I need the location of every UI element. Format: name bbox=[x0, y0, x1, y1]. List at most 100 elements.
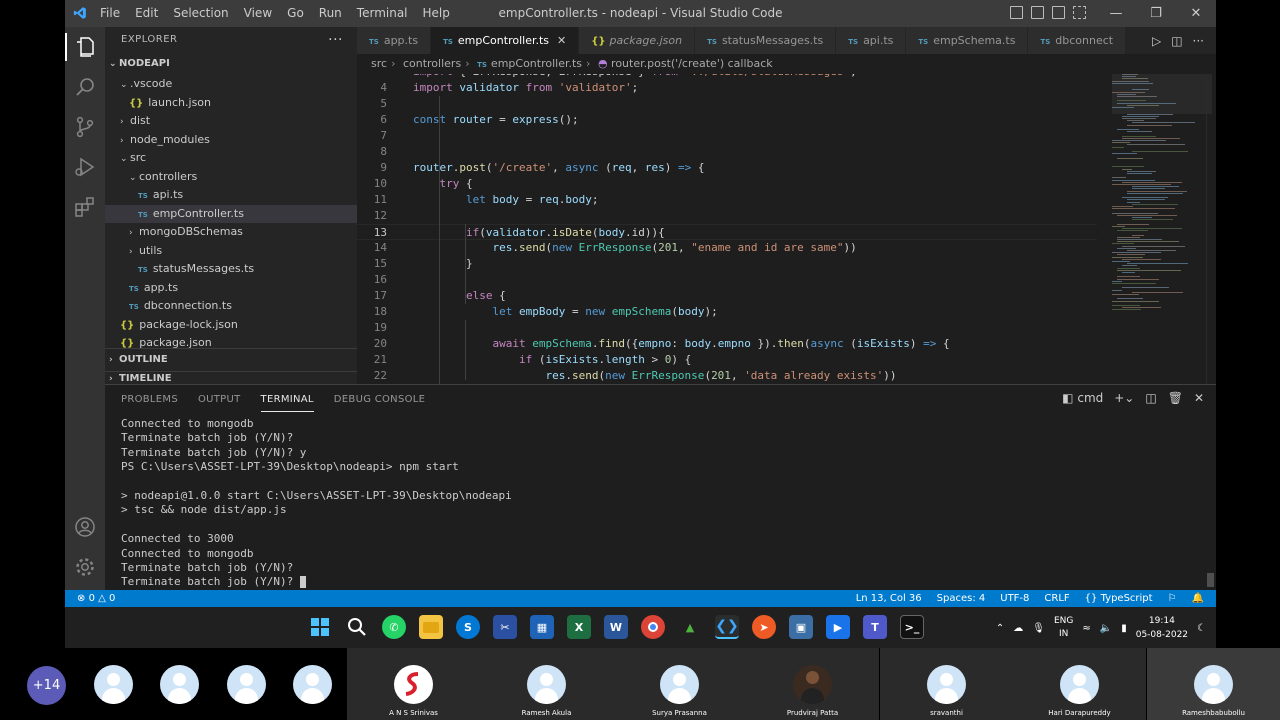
word-icon[interactable]: W bbox=[604, 615, 628, 639]
minimap-viewport[interactable] bbox=[1112, 74, 1212, 114]
tree-item[interactable]: {} launch.json bbox=[105, 94, 357, 113]
breadcrumb-symbol[interactable]: router.post('/create') callback bbox=[611, 57, 773, 70]
tree-item[interactable]: › utils bbox=[105, 242, 357, 261]
tab-problems[interactable]: PROBLEMS bbox=[121, 385, 178, 415]
tree-item[interactable]: ⌄ src bbox=[105, 149, 357, 168]
code-line[interactable]: 13 if(validator.isDate(body.id)){ bbox=[357, 224, 1097, 240]
cursor-position[interactable]: Ln 13, Col 36 bbox=[856, 590, 922, 607]
feedback-icon[interactable]: ⚐ bbox=[1168, 590, 1177, 607]
skype-icon[interactable]: S bbox=[456, 615, 480, 639]
encoding[interactable]: UTF-8 bbox=[1000, 590, 1029, 607]
breadcrumb-file[interactable]: empController.ts bbox=[491, 57, 582, 70]
tree-item[interactable]: TS dbconnection.ts bbox=[105, 297, 357, 316]
tree-item[interactable]: TS app.ts bbox=[105, 279, 357, 298]
editor-tab[interactable]: TS empController.ts ✕ bbox=[431, 27, 580, 54]
menu-edit[interactable]: Edit bbox=[135, 6, 158, 20]
code-line[interactable]: 15 } bbox=[357, 256, 1097, 272]
tree-item[interactable]: › node_modules bbox=[105, 131, 357, 150]
cloud-icon[interactable]: ☁ bbox=[1013, 623, 1023, 634]
participant-tile[interactable]: A N S Srinivas bbox=[347, 648, 480, 720]
vscode-taskbar-icon[interactable]: ❮❯ bbox=[715, 615, 739, 639]
code-line[interactable]: 19 bbox=[357, 320, 1097, 336]
close-tab-icon[interactable]: ✕ bbox=[557, 34, 566, 47]
battery-icon[interactable]: ▮ bbox=[1121, 623, 1127, 634]
tab-output[interactable]: OUTPUT bbox=[198, 385, 241, 415]
start-windows-icon[interactable] bbox=[308, 615, 332, 639]
breadcrumb-src[interactable]: src bbox=[371, 57, 387, 70]
terminal-shell-selector[interactable]: ◧ cmd bbox=[1062, 391, 1103, 405]
menu-run[interactable]: Run bbox=[319, 6, 342, 20]
file-explorer-icon[interactable] bbox=[419, 615, 443, 639]
end-of-line[interactable]: CRLF bbox=[1044, 590, 1069, 607]
run-debug-icon[interactable] bbox=[73, 155, 97, 179]
customize-layout-icon[interactable] bbox=[1073, 6, 1086, 19]
tree-item[interactable]: {} package-lock.json bbox=[105, 316, 357, 335]
notifications-bell-icon[interactable]: 🔔 bbox=[1192, 590, 1204, 607]
code-line[interactable]: 8 bbox=[357, 144, 1097, 160]
editor-tab[interactable]: TS dbconnect bbox=[1028, 27, 1127, 54]
terminal-output[interactable]: Connected to mongodb Terminate batch job … bbox=[121, 417, 1201, 589]
language-mode[interactable]: {} TypeScript bbox=[1085, 590, 1153, 607]
close-panel-icon[interactable]: ✕ bbox=[1194, 391, 1204, 405]
snipping-tool-icon[interactable]: ✂ bbox=[493, 615, 517, 639]
minimize-icon[interactable]: — bbox=[1096, 0, 1136, 27]
toggle-secondary-sidebar-icon[interactable] bbox=[1052, 6, 1065, 19]
code-line[interactable]: 12 bbox=[357, 208, 1097, 224]
problems-indicator[interactable]: ⊗ 0 △ 0 bbox=[77, 590, 115, 607]
tree-item[interactable]: TS api.ts bbox=[105, 186, 357, 205]
split-editor-icon[interactable]: ◫ bbox=[1171, 34, 1182, 48]
manage-gear-icon[interactable] bbox=[73, 555, 97, 579]
participant-tile[interactable]: Rameshbabubollu bbox=[1147, 648, 1280, 720]
postman-icon[interactable]: ➤ bbox=[752, 615, 776, 639]
toggle-sidebar-icon[interactable] bbox=[1010, 6, 1023, 19]
source-control-icon[interactable] bbox=[73, 115, 97, 139]
code-line[interactable]: 10 try { bbox=[357, 176, 1097, 192]
menu-view[interactable]: View bbox=[244, 6, 272, 20]
chevron-up-icon[interactable]: ⌃ bbox=[996, 623, 1004, 634]
participant-tile[interactable]: Hari Darapureddy bbox=[1013, 648, 1146, 720]
mongodb-compass-icon[interactable]: ▲ bbox=[678, 615, 702, 639]
volume-icon[interactable]: 🔈 bbox=[1100, 623, 1112, 634]
toggle-panel-icon[interactable] bbox=[1031, 6, 1044, 19]
split-terminal-icon[interactable]: ◫ bbox=[1145, 391, 1156, 405]
editor-tab[interactable]: TS empSchema.ts bbox=[906, 27, 1029, 54]
excel-icon[interactable]: X bbox=[567, 615, 591, 639]
search-icon[interactable] bbox=[345, 615, 369, 639]
menu-terminal[interactable]: Terminal bbox=[357, 6, 408, 20]
editor-tab[interactable]: TS api.ts bbox=[836, 27, 907, 54]
editor-tab[interactable]: TS app.ts bbox=[357, 27, 432, 54]
clock[interactable]: 19:14 05-08-2022 bbox=[1136, 614, 1188, 642]
code-line[interactable]: 11 let body = req.body; bbox=[357, 192, 1097, 208]
menu-help[interactable]: Help bbox=[423, 6, 450, 20]
participant-tile[interactable]: Surya Prasanna bbox=[613, 648, 746, 720]
media-player-icon[interactable]: ▶ bbox=[826, 615, 850, 639]
tab-terminal[interactable]: TERMINAL bbox=[260, 385, 314, 412]
participant-tile[interactable]: sravanthi bbox=[880, 648, 1013, 720]
teams-icon[interactable]: T bbox=[863, 615, 887, 639]
menu-go[interactable]: Go bbox=[287, 6, 304, 20]
trash-icon[interactable]: 🗑 bbox=[1168, 391, 1183, 405]
new-terminal-icon[interactable]: +⌄ bbox=[1114, 391, 1134, 405]
code-editor[interactable]: 4 import validator from 'validator'; 5 6 con… bbox=[357, 74, 1097, 384]
menu-selection[interactable]: Selection bbox=[173, 6, 228, 20]
terminal-scrollbar[interactable] bbox=[1207, 573, 1214, 587]
code-line[interactable]: 7 bbox=[357, 128, 1097, 144]
participant-tile[interactable]: Prudviraj Patta bbox=[746, 648, 879, 720]
code-line[interactable]: 4 import validator from 'validator'; bbox=[357, 80, 1097, 96]
editor-tab[interactable]: {} package.json bbox=[579, 27, 696, 54]
tree-item[interactable]: TS empController.ts bbox=[105, 204, 357, 223]
code-line[interactable]: 22 res.send(new ErrResponse(201, 'data a… bbox=[357, 368, 1097, 384]
extensions-icon[interactable] bbox=[73, 195, 97, 219]
more-actions-icon[interactable]: ··· bbox=[328, 27, 343, 53]
code-line[interactable]: 14 res.send(new ErrResponse(201, "ename … bbox=[357, 240, 1097, 256]
tree-item[interactable]: ⌄ .vscode bbox=[105, 75, 357, 94]
menu-file[interactable]: File bbox=[100, 6, 120, 20]
editor-tab[interactable]: TS statusMessages.ts bbox=[695, 27, 837, 54]
workspace-root[interactable]: ⌄ NODEAPI bbox=[105, 53, 357, 75]
accounts-icon[interactable] bbox=[73, 515, 97, 539]
tab-debug-console[interactable]: DEBUG CONSOLE bbox=[334, 385, 425, 415]
minimap[interactable] bbox=[1112, 74, 1212, 384]
more-actions-icon[interactable]: ··· bbox=[1193, 34, 1204, 48]
whatsapp-icon[interactable]: ✆ bbox=[382, 615, 406, 639]
tree-item[interactable]: ⌄ controllers bbox=[105, 168, 357, 187]
